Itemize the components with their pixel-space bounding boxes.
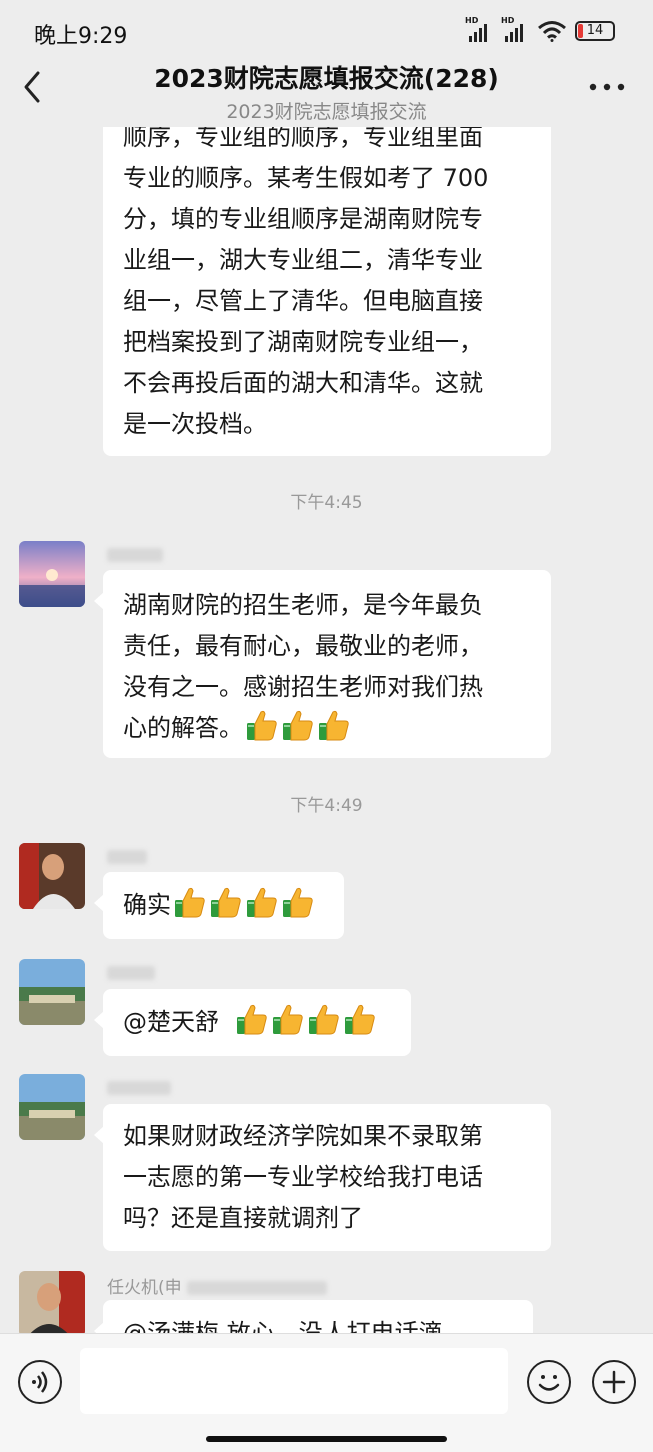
sender-name: 任火机(申	[107, 1273, 328, 1298]
message-text: @楚天舒	[123, 1008, 219, 1036]
chat-title: 2023财院志愿填报交流(228)	[154, 64, 499, 93]
avatar[interactable]	[19, 541, 85, 607]
message-bubble[interactable]: @楚天舒	[94, 989, 411, 1056]
message-line: 不会再投后面的湖大和清华。这就	[123, 369, 483, 397]
message-line: 是一次投档。	[123, 410, 267, 438]
message-bubble[interactable]: 确实	[94, 872, 344, 939]
message-text: 确实	[123, 891, 171, 919]
message-bubble[interactable]: 如果财财政经济学院如果不录取第 一志愿的第一专业学校给我打电话 吗？还是直接就调…	[94, 1104, 551, 1251]
message-line: 把档案投到了湖南财院专业组一，	[123, 328, 483, 356]
avatar[interactable]	[19, 843, 85, 909]
sender-name	[107, 847, 147, 871]
sender-name	[107, 545, 163, 569]
message-line: 如果财财政经济学院如果不录取第	[123, 1122, 483, 1150]
timestamp: 下午4:45	[290, 493, 363, 513]
message-bubble[interactable]: 顺序，专业组的顺序，专业组里面 专业的顺序。某考生假如考了 700 分，填的专业…	[103, 127, 551, 456]
chat-subtitle: 2023财院志愿填报交流	[226, 101, 427, 123]
voice-icon	[32, 1371, 48, 1393]
message-text: @汤满梅 放心，没人打电话滴	[123, 1319, 443, 1333]
message-input[interactable]	[80, 1348, 508, 1414]
input-bar	[0, 1333, 653, 1452]
thumbs-up-emoji	[271, 1002, 305, 1036]
message-bubble[interactable]: @汤满梅 放心，没人打电话滴	[94, 1300, 533, 1333]
thumbs-up-emoji	[307, 1002, 341, 1036]
message-line: 组一，尽管上了清华。但电脑直接	[123, 287, 483, 315]
message-line: 心的解答。	[123, 708, 531, 749]
signal-icon: HD	[501, 16, 529, 42]
thumbs-up-emoji	[245, 708, 279, 742]
thumbs-up-emoji	[281, 708, 315, 742]
message-bubble[interactable]: 湖南财院的招生老师，是今年最负 责任，最有耐心，最敬业的老师， 没有之一。感谢招…	[94, 570, 551, 758]
smiley-icon	[538, 1375, 560, 1391]
thumbs-up-emoji	[317, 708, 351, 742]
timestamp: 下午4:49	[290, 796, 363, 816]
status-bar: 晚上9:29 HD HD 14	[0, 0, 653, 62]
message-line: 没有之一。感谢招生老师对我们热	[123, 673, 483, 701]
message-line: 一志愿的第一专业学校给我打电话	[123, 1163, 483, 1191]
thumbs-up-emoji	[209, 885, 243, 919]
more-icon[interactable]	[587, 81, 627, 93]
signal-icon: HD	[465, 16, 493, 42]
message-line: 顺序，专业组的顺序，专业组里面	[123, 127, 483, 151]
thumbs-up-emoji	[281, 885, 315, 919]
plus-icon	[602, 1370, 626, 1394]
message-line: 湖南财院的招生老师，是今年最负	[123, 591, 483, 619]
thumbs-up-emoji	[245, 885, 279, 919]
avatar[interactable]	[19, 1271, 85, 1333]
home-indicator[interactable]	[206, 1436, 447, 1442]
thumbs-up-emoji	[235, 1002, 269, 1036]
sender-name	[107, 1078, 171, 1102]
message-line: 专业的顺序。某考生假如考了 700	[123, 164, 489, 192]
status-time: 晚上9:29	[34, 24, 128, 49]
message-line: 吗？还是直接就调剂了	[123, 1204, 363, 1232]
message-list[interactable]: 顺序，专业组的顺序，专业组里面 专业的顺序。某考生假如考了 700 分，填的专业…	[0, 127, 653, 1333]
message-line: 分，填的专业组顺序是湖南财院专	[123, 205, 483, 233]
more-functions-button[interactable]	[592, 1360, 636, 1404]
thumbs-up-emoji	[343, 1002, 377, 1036]
chat-header: 2023财院志愿填报交流(228) 2023财院志愿填报交流	[0, 55, 653, 127]
sender-name	[107, 963, 155, 987]
message-line: 责任，最有耐心，最敬业的老师，	[123, 632, 483, 660]
message-line: 业组一，湖大专业组二，清华专业	[123, 246, 483, 274]
status-icons: HD HD 14	[465, 16, 615, 42]
wifi-icon	[538, 21, 566, 42]
avatar[interactable]	[19, 1074, 85, 1140]
avatar[interactable]	[19, 959, 85, 1025]
battery-icon: 14	[575, 21, 615, 41]
thumbs-up-emoji	[173, 885, 207, 919]
voice-input-button[interactable]	[18, 1360, 62, 1404]
emoji-button[interactable]	[527, 1360, 571, 1404]
